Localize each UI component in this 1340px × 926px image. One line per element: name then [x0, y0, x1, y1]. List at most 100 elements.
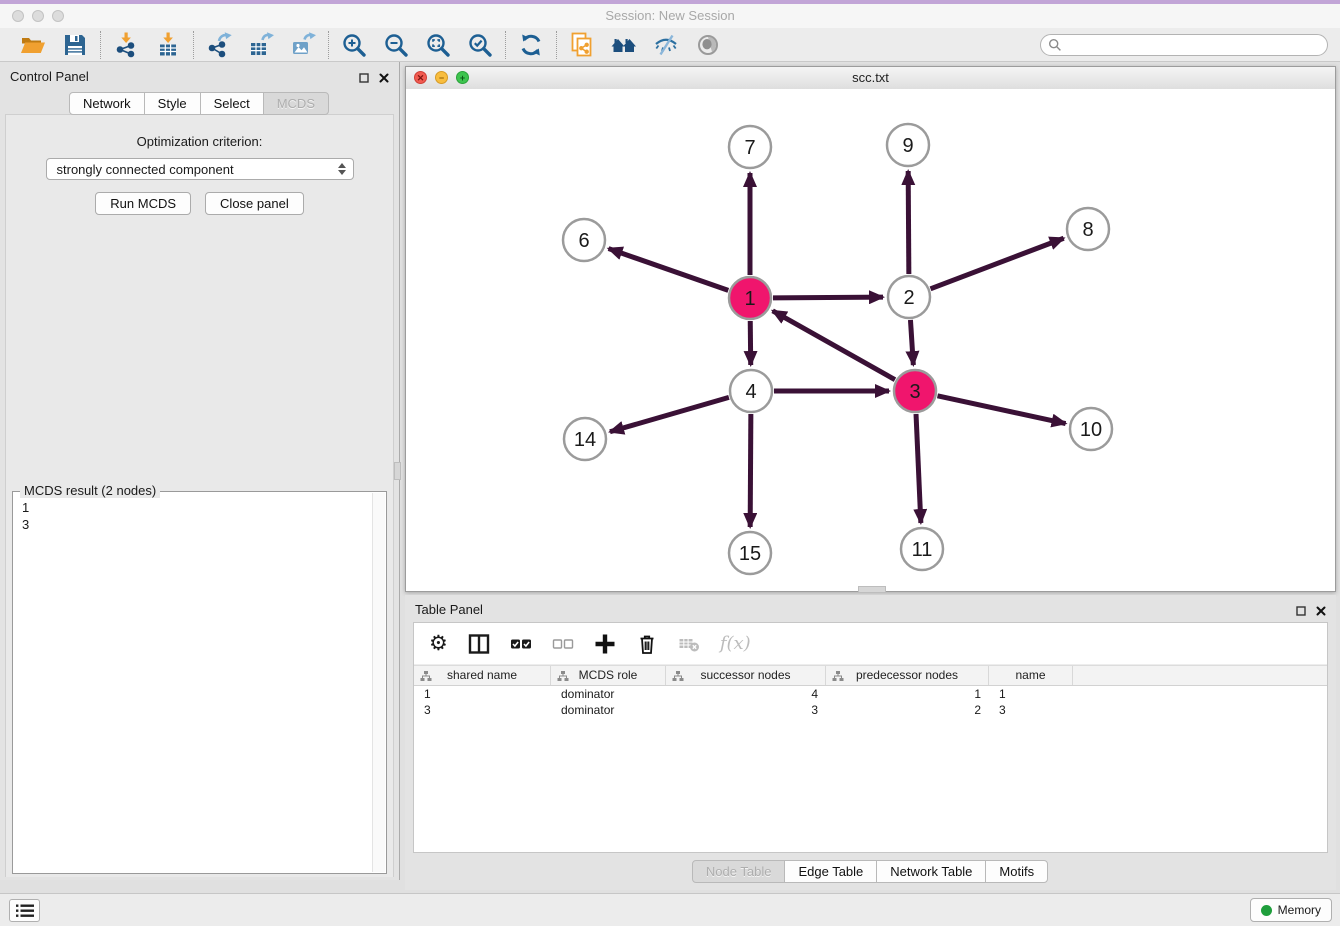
- tab-node-table[interactable]: Node Table: [692, 860, 786, 883]
- zoom-in-icon[interactable]: [341, 32, 367, 58]
- cell-successor-nodes: 4: [666, 686, 826, 702]
- zoom-selected-icon[interactable]: [467, 32, 493, 58]
- application-window: Session: New Session: [0, 0, 1340, 926]
- cell-name: 1: [989, 686, 1073, 702]
- tab-edge-table[interactable]: Edge Table: [784, 860, 877, 883]
- status-bar: Memory: [0, 893, 1340, 926]
- tab-style[interactable]: Style: [144, 92, 201, 115]
- tab-network[interactable]: Network: [69, 92, 145, 115]
- network-window-titlebar[interactable]: ✕ − + scc.txt: [406, 67, 1335, 90]
- home-icon[interactable]: [611, 32, 637, 58]
- float-panel-icon[interactable]: [1296, 603, 1306, 621]
- export-table-icon[interactable]: [248, 32, 274, 58]
- refresh-icon[interactable]: [518, 32, 544, 58]
- network-minimize-icon[interactable]: −: [435, 71, 448, 84]
- unselect-all-icon[interactable]: [552, 633, 574, 655]
- cell-name: 3: [989, 702, 1073, 718]
- node-table-window: ⚙ f(x) shared name MCDS role successor n…: [413, 622, 1328, 853]
- panel-splitter-grip[interactable]: [394, 462, 401, 480]
- add-row-plus-icon[interactable]: [594, 633, 616, 655]
- mcds-result-title: MCDS result (2 nodes): [20, 483, 160, 498]
- network-graph-svg: 1234678910111415: [406, 89, 1335, 591]
- criterion-select[interactable]: strongly connected component: [46, 158, 354, 180]
- select-all-icon[interactable]: [510, 633, 532, 655]
- float-panel-icon[interactable]: [359, 70, 369, 88]
- zoom-out-icon[interactable]: [383, 32, 409, 58]
- column-header-mcds-role[interactable]: MCDS role: [551, 666, 666, 685]
- tab-select[interactable]: Select: [200, 92, 264, 115]
- maximize-window-button[interactable]: [52, 10, 64, 22]
- network-close-icon[interactable]: ✕: [414, 71, 427, 84]
- column-header-successor-nodes[interactable]: successor nodes: [666, 666, 826, 685]
- show-details-eye-icon[interactable]: [695, 32, 721, 58]
- run-mcds-button[interactable]: Run MCDS: [95, 192, 191, 215]
- graph-edge-2-3[interactable]: [910, 320, 913, 365]
- window-splitter-grip[interactable]: [858, 586, 886, 593]
- graph-edge-3-10[interactable]: [937, 396, 1065, 424]
- zoom-fit-icon[interactable]: [425, 32, 451, 58]
- table-toolbar: ⚙ f(x): [414, 623, 1327, 665]
- close-panel-icon[interactable]: [379, 70, 389, 88]
- cell-predecessor-nodes: 2: [826, 702, 989, 718]
- graph-edge-1-6[interactable]: [609, 249, 729, 291]
- minimize-window-button[interactable]: [32, 10, 44, 22]
- select-stepper-icon: [338, 163, 346, 175]
- close-panel-icon[interactable]: [1316, 603, 1326, 621]
- table-header-row: shared name MCDS role successor nodes pr…: [414, 665, 1327, 686]
- table-row[interactable]: 1 dominator 4 1 1: [414, 686, 1327, 702]
- open-session-icon[interactable]: [20, 32, 46, 58]
- delete-row-trash-icon[interactable]: [636, 633, 658, 655]
- graph-node-label-3: 3: [909, 381, 920, 403]
- cell-shared-name: 3: [414, 702, 551, 718]
- column-header-predecessor-nodes[interactable]: predecessor nodes: [826, 666, 989, 685]
- column-header-name[interactable]: name: [989, 666, 1073, 685]
- save-session-icon[interactable]: [62, 32, 88, 58]
- memory-button[interactable]: Memory: [1250, 898, 1332, 922]
- import-network-icon[interactable]: [113, 32, 139, 58]
- export-image-icon[interactable]: [290, 32, 316, 58]
- graph-node-label-9: 9: [902, 135, 913, 157]
- tab-network-table[interactable]: Network Table: [876, 860, 986, 883]
- network-maximize-icon[interactable]: +: [456, 71, 469, 84]
- mcds-result-line: 3: [22, 516, 386, 533]
- clone-network-icon[interactable]: [569, 32, 595, 58]
- table-settings-gear-icon[interactable]: ⚙: [429, 633, 448, 655]
- close-panel-button[interactable]: Close panel: [205, 192, 304, 215]
- graph-edge-2-9[interactable]: [908, 171, 909, 274]
- mcds-tab-content: Optimization criterion: strongly connect…: [5, 114, 394, 877]
- graph-edge-3-1[interactable]: [773, 311, 895, 380]
- show-columns-icon[interactable]: [468, 633, 490, 655]
- graph-edge-4-14[interactable]: [610, 397, 729, 431]
- hide-details-eye-icon[interactable]: [653, 32, 679, 58]
- memory-label: Memory: [1278, 903, 1321, 917]
- window-controls: [12, 10, 64, 22]
- result-scrollbar[interactable]: [372, 493, 385, 872]
- graph-node-label-15: 15: [739, 543, 761, 565]
- column-header-shared-name[interactable]: shared name: [414, 666, 551, 685]
- search-input[interactable]: [1040, 34, 1328, 56]
- graph-node-label-2: 2: [903, 287, 914, 309]
- task-history-button[interactable]: [9, 899, 40, 922]
- window-title: Session: New Session: [0, 4, 1340, 28]
- table-panel-tabs: Node Table Edge Table Network Table Moti…: [405, 860, 1336, 883]
- graph-node-label-6: 6: [578, 230, 589, 252]
- graph-edge-3-11[interactable]: [916, 414, 921, 523]
- network-view-window: ✕ − + scc.txt 1234678910111415: [405, 66, 1336, 592]
- export-network-icon[interactable]: [206, 32, 232, 58]
- import-table-icon[interactable]: [155, 32, 181, 58]
- close-window-button[interactable]: [12, 10, 24, 22]
- optimization-criterion-label: Optimization criterion:: [6, 134, 393, 149]
- window-titlebar[interactable]: Session: New Session: [0, 4, 1340, 29]
- table-row[interactable]: 3 dominator 3 2 3: [414, 702, 1327, 718]
- mcds-result-list[interactable]: 1 3: [13, 492, 386, 533]
- graph-edge-1-2[interactable]: [773, 297, 883, 298]
- network-window-title: scc.txt: [406, 67, 1335, 89]
- graph-edge-4-15[interactable]: [750, 414, 751, 527]
- tab-mcds[interactable]: MCDS: [263, 92, 329, 115]
- tab-motifs[interactable]: Motifs: [985, 860, 1048, 883]
- graph-edge-2-8[interactable]: [931, 238, 1064, 289]
- cell-mcds-role: dominator: [551, 686, 666, 702]
- control-panel-tabs: Network Style Select MCDS: [0, 92, 399, 115]
- main-toolbar: [0, 28, 1340, 62]
- network-canvas[interactable]: 1234678910111415: [406, 89, 1335, 591]
